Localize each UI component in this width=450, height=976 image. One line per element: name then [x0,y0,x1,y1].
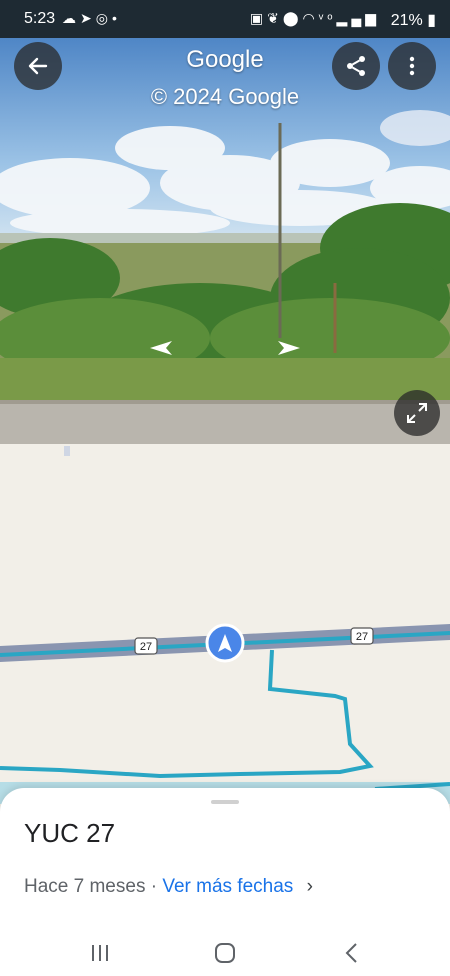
wifi-icon: ◠ [302,10,319,26]
battery-icon: ▮ [427,12,436,29]
road-shield-1: 27 [134,637,158,655]
nfc-icon: ◎ [95,10,112,26]
header-title: Google [186,46,264,73]
home-icon [215,943,235,963]
map-canvas: 27 27 [0,444,450,804]
share-icon [347,56,365,76]
copyright-text: © 2024 Google [150,84,300,109]
battery-percent: 21% [390,12,423,29]
sheet-drag-handle[interactable] [211,800,239,804]
more-vert-icon [409,56,415,76]
status-bar: 5:23 ☁➤◎• ▣❦⬤◠ᵛᵒ▂▄▆ 21% ▮ [0,0,450,38]
location-icon: ⬤ [282,10,303,26]
home-button[interactable] [205,936,245,970]
share-button[interactable] [332,42,380,90]
svg-text:27: 27 [140,641,152,653]
recent-apps-button[interactable] [80,936,120,970]
chevron-right-icon[interactable]: › [307,876,313,897]
sim-icon: ▣ [249,10,268,26]
direction-marker[interactable] [205,623,245,663]
expand-icon [407,403,427,423]
status-right-icons: ▣❦⬤◠ᵛᵒ▂▄▆ [250,10,380,27]
status-left-icons: ☁➤◎• [62,10,121,27]
map-view[interactable]: 27 27 [0,444,450,804]
place-title: YUC 27 [24,818,116,848]
map-marker-small [64,446,70,456]
status-time: 5:23 [24,10,56,27]
dot-icon: • [111,10,121,26]
battery-indicator: 21% ▮ [391,10,436,30]
see-more-dates-link[interactable]: Ver más fechas [162,876,293,897]
system-back-button[interactable] [332,936,372,970]
telegram-icon: ➤ [80,10,96,26]
leaf-icon: ❦ [267,10,283,26]
volte-icon: ᵛᵒ [318,10,337,26]
cloud-icon: ☁ [62,10,80,26]
signal-icon: ▂▄▆ [336,10,380,26]
more-options-button[interactable] [388,42,436,90]
road-shield-2: 27 [350,627,374,645]
chevron-left-icon [345,943,357,963]
date-line: Hace 7 meses · Ver más fechas › [24,876,313,898]
expand-button[interactable] [394,390,440,436]
svg-text:27: 27 [356,631,368,643]
date-text: Hace 7 meses · [24,876,163,897]
recent-apps-icon [92,945,108,961]
system-nav-bar [0,930,450,976]
